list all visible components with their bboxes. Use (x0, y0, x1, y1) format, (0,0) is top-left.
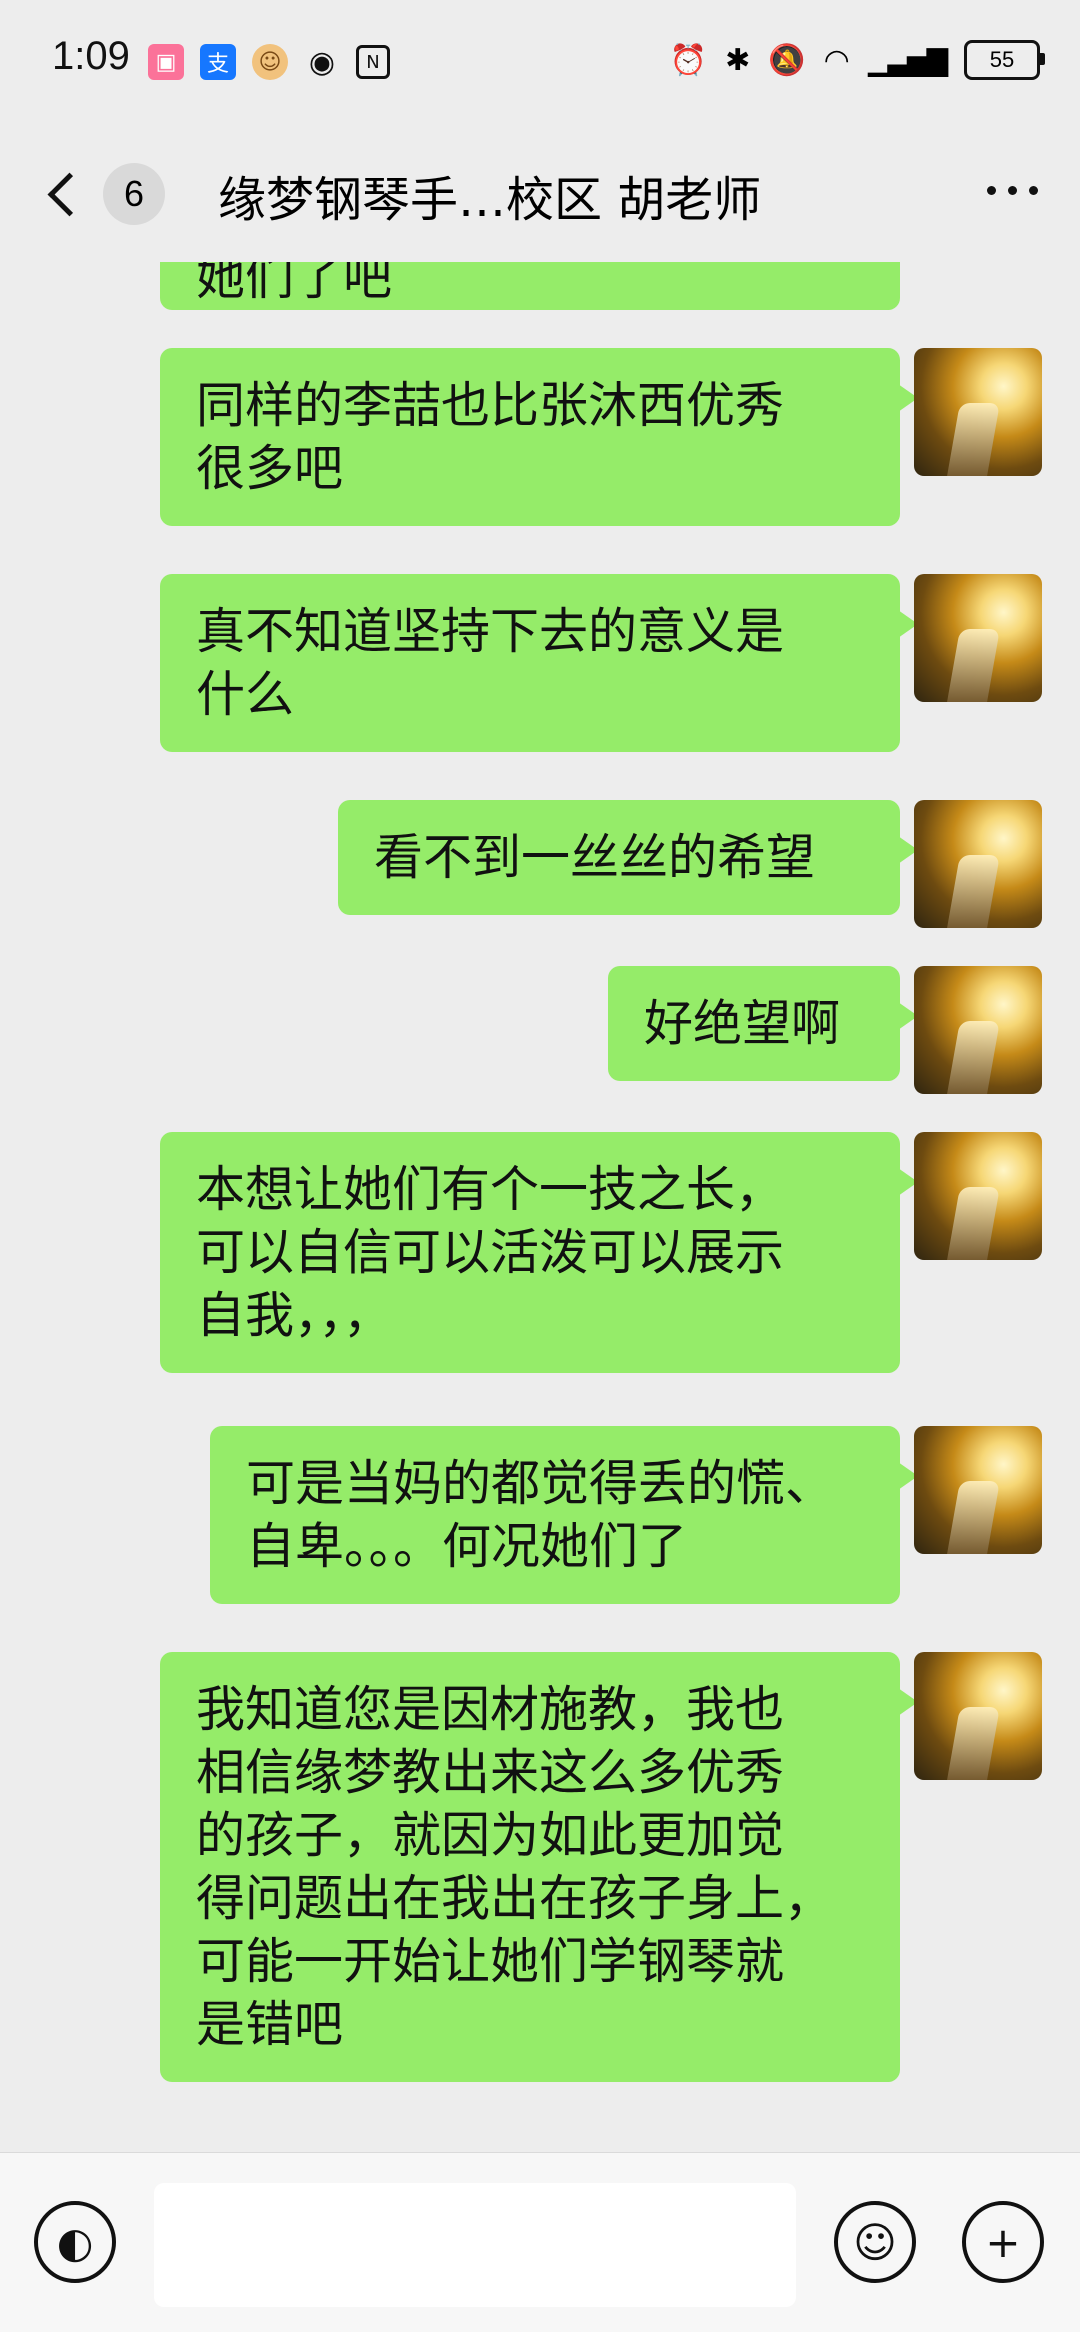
alipay-icon: 支 (200, 44, 236, 80)
eye-icon: ◉ (308, 44, 336, 80)
avatar[interactable] (914, 348, 1042, 476)
monkey-app-icon: ☺ (252, 44, 288, 80)
message-line: 我知道您是因材施教，我也 (196, 1681, 785, 1738)
chat-header: 6 缘梦钢琴手…校区 胡老师 (0, 122, 1080, 262)
message-line: 可是当妈的都觉得丢的慌、 (246, 1455, 835, 1512)
message-line: 是错吧 (196, 1996, 344, 2053)
chat-title: 缘梦钢琴手…校区 胡老师 (218, 172, 762, 228)
message-line: 得问题出在我出在孩子身上， (196, 1870, 834, 1927)
message-bubble[interactable]: 同样的李喆也比张沐西优秀 很多吧 (160, 348, 918, 526)
avatar[interactable] (914, 800, 1042, 928)
avatar[interactable] (914, 966, 1042, 1094)
alarm-icon: ⏰ (669, 42, 708, 78)
chat-message-list[interactable]: 她们了吧 同样的李喆也比张沐西优秀 很多吧 真不知道坚持下去的意义是 什么 看不… (0, 262, 1080, 2152)
message-line: 可以自信可以活泼可以展示 (196, 1224, 785, 1281)
avatar[interactable] (914, 1652, 1042, 1780)
message-bubble[interactable]: 可是当妈的都觉得丢的慌、 自卑。。。何况她们了 (210, 1426, 918, 1604)
battery-indicator: 55 (964, 40, 1045, 80)
message-bubble[interactable]: 我知道您是因材施教，我也 相信缘梦教出来这么多优秀 的孩子，就因为如此更加觉 得… (160, 1652, 918, 2082)
plus-icon: + (985, 2217, 1021, 2267)
battery-level: 55 (989, 47, 1015, 72)
wifi-icon: ◠ (823, 42, 850, 78)
more-dot-icon (1028, 185, 1038, 195)
input-bar: ◐ ☺ + (0, 2152, 1080, 2332)
back-button[interactable]: 6 (44, 154, 184, 234)
message-line: 很多吧 (196, 440, 344, 497)
message-line: 看不到一丝丝的希望 (374, 829, 816, 886)
unread-count-badge: 6 (103, 163, 165, 225)
message-bubble[interactable]: 本想让她们有个一技之长， 可以自信可以活泼可以展示 自我，，， (160, 1132, 918, 1373)
status-time: 1:09 (52, 34, 130, 78)
voice-icon: ◐ (56, 2217, 94, 2267)
message-line: 本想让她们有个一技之长， (196, 1161, 785, 1218)
status-system-icons: ⏰ ✱ 🔕 ◠ ▁▃▅▇ 55 (669, 40, 1045, 80)
bilibili-icon: ▣ (148, 44, 184, 80)
more-dot-icon (1007, 185, 1017, 195)
avatar[interactable] (914, 1426, 1042, 1554)
message-line: 可能一开始让她们学钢琴就 (196, 1933, 785, 1990)
signal-icon: ▁▃▅▇ (867, 43, 948, 77)
emoji-icon: ☺ (853, 2217, 897, 2267)
message-line: 相信缘梦教出来这么多优秀 (196, 1744, 785, 1801)
message-line: 自卑。。。何况她们了 (246, 1518, 688, 1575)
more-options-button[interactable] (982, 180, 1042, 200)
mute-icon: 🔕 (768, 42, 806, 78)
avatar[interactable] (914, 574, 1042, 702)
emoji-button[interactable]: ☺ (834, 2201, 916, 2283)
voice-button[interactable]: ◐ (34, 2201, 116, 2283)
more-dot-icon (986, 185, 996, 195)
message-bubble[interactable]: 看不到一丝丝的希望 (338, 800, 918, 915)
message-bubble[interactable]: 好绝望啊 (608, 966, 918, 1081)
bluetooth-icon: ✱ (725, 42, 751, 78)
nfc-icon: N (356, 45, 390, 79)
message-line: 自我，，， (196, 1287, 393, 1344)
message-bubble[interactable]: 她们了吧 (160, 262, 900, 310)
message-line: 好绝望啊 (644, 995, 841, 1052)
message-bubble[interactable]: 真不知道坚持下去的意义是 什么 (160, 574, 918, 752)
message-line: 同样的李喆也比张沐西优秀 (196, 377, 785, 434)
message-input[interactable] (154, 2183, 796, 2307)
avatar[interactable] (914, 1132, 1042, 1260)
chevron-left-icon (47, 172, 92, 216)
message-line: 什么 (196, 666, 295, 723)
more-actions-button[interactable]: + (962, 2201, 1044, 2283)
message-line: 真不知道坚持下去的意义是 (196, 603, 785, 660)
message-line: 她们了吧 (196, 262, 393, 306)
status-app-icons: ▣ 支 ☺ ◉ N (148, 44, 390, 80)
status-bar: 1:09 ▣ 支 ☺ ◉ N ⏰ ✱ 🔕 ◠ ▁▃▅▇ 55 (0, 0, 1080, 122)
message-line: 的孩子，就因为如此更加觉 (196, 1807, 785, 1864)
